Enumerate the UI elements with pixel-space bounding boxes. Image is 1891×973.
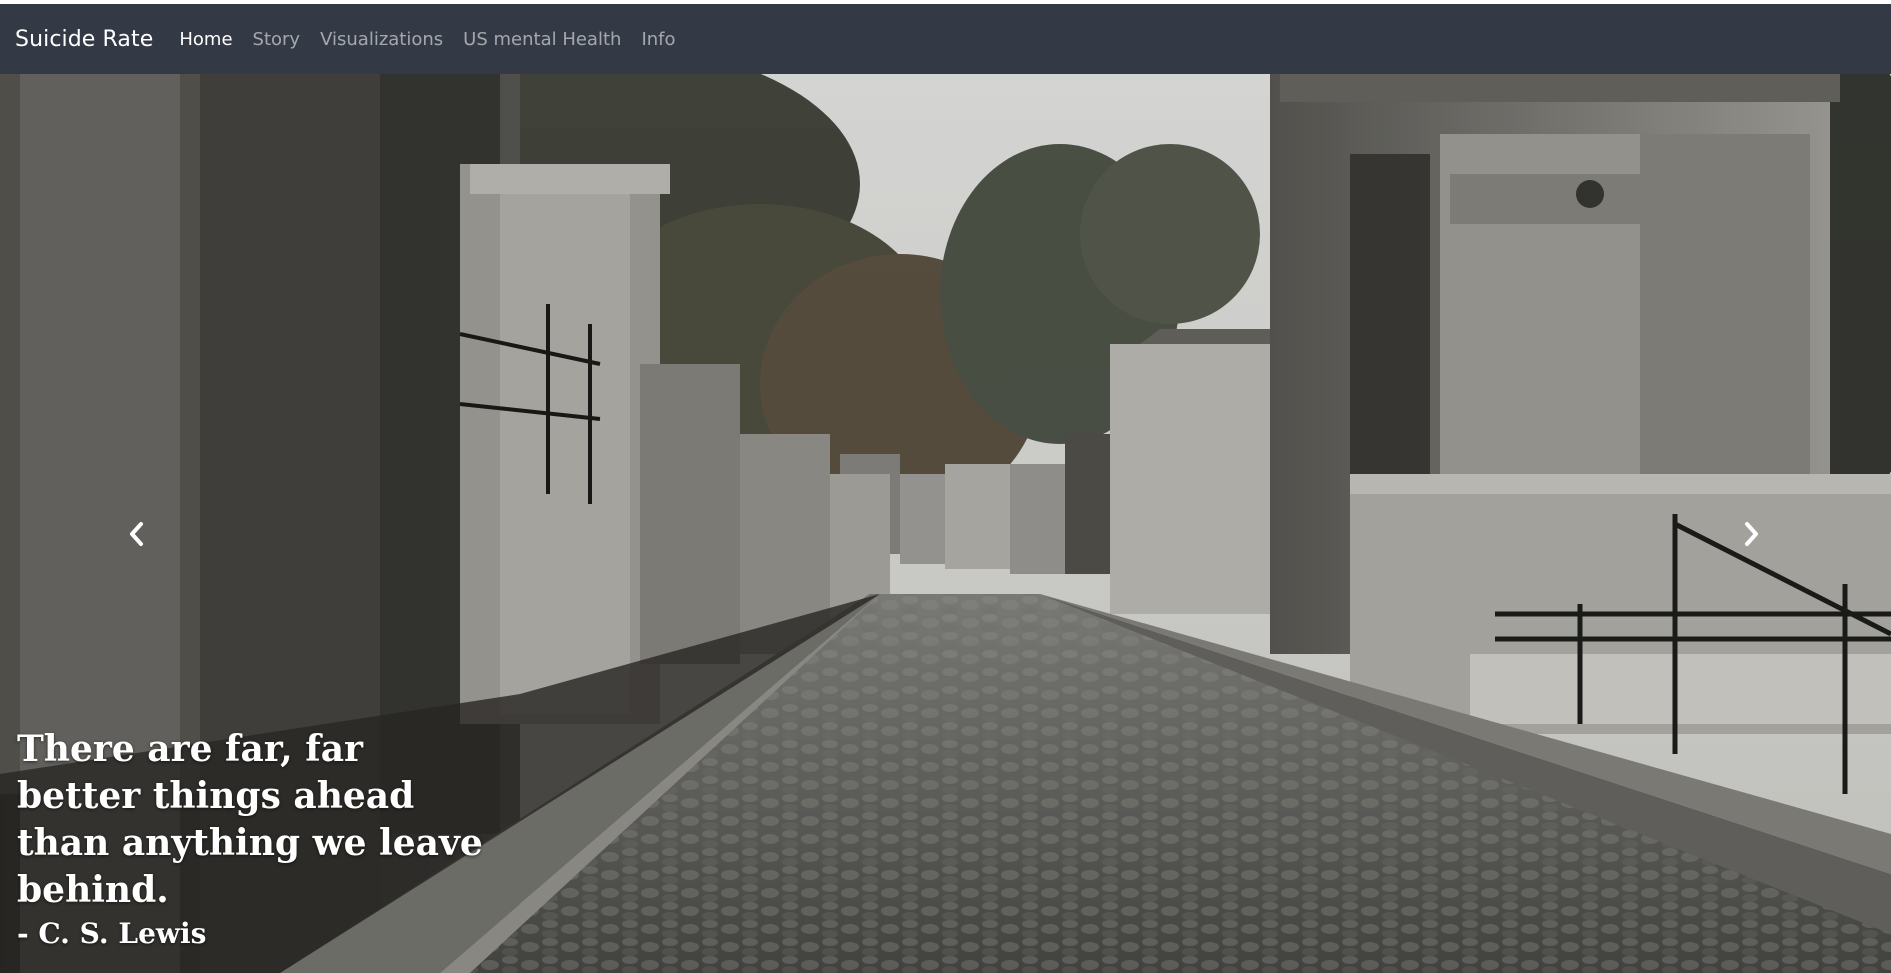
chevron-left-icon (130, 522, 143, 546)
caption-quote: There are far, far better things ahead t… (17, 728, 483, 911)
chevron-right-icon (1745, 522, 1758, 546)
nav-link-us-mental-health[interactable]: US mental Health (453, 29, 631, 50)
navbar: Suicide Rate Home Story Visualizations U… (0, 4, 1891, 74)
nav-link-info[interactable]: Info (631, 29, 685, 50)
nav-link-home[interactable]: Home (169, 29, 242, 50)
carousel-prev-control[interactable] (117, 514, 157, 554)
nav-link-visualizations[interactable]: Visualizations (310, 29, 453, 50)
carousel-next-control[interactable] (1731, 514, 1771, 554)
caption-author: - C. S. Lewis (17, 917, 207, 950)
navbar-brand[interactable]: Suicide Rate (15, 27, 153, 52)
nav-link-story[interactable]: Story (243, 29, 311, 50)
carousel-caption: There are far, far better things ahead t… (17, 726, 487, 954)
hero-carousel: There are far, far better things ahead t… (0, 74, 1891, 973)
